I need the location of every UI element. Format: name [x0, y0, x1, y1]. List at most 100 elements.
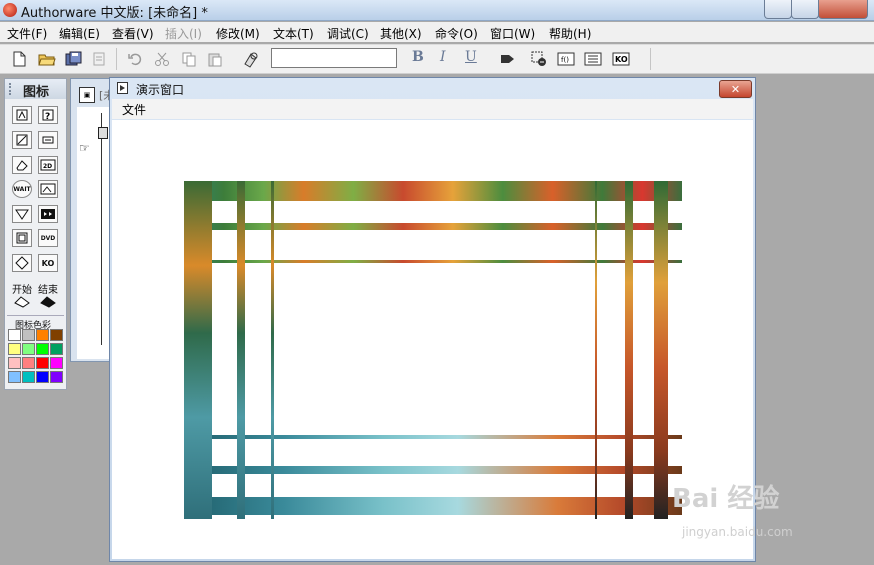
frame-strip	[184, 181, 682, 201]
presentation-canvas[interactable]	[112, 120, 753, 559]
frame-strip	[654, 181, 668, 519]
design-window-icon: ▣	[79, 87, 95, 103]
menu-view[interactable]: 查看(V)	[112, 25, 154, 42]
erase-icon[interactable]	[12, 156, 32, 174]
frame-gap	[212, 201, 237, 223]
close-button[interactable]	[818, 0, 868, 19]
color-swatch[interactable]	[50, 329, 63, 341]
photo-frame[interactable]	[184, 181, 684, 519]
bold-button[interactable]: B	[412, 49, 424, 65]
underline-button[interactable]: U	[465, 49, 477, 65]
control-panel-icon[interactable]	[530, 50, 548, 68]
start-flag-icon[interactable]	[13, 295, 31, 312]
decision-icon[interactable]: ?	[38, 106, 58, 124]
dvd-icon[interactable]: DVD	[38, 229, 58, 247]
color-swatch[interactable]	[50, 343, 63, 355]
color-swatch[interactable]	[8, 343, 21, 355]
interaction-icon[interactable]: 2D	[38, 156, 58, 174]
frame-strip	[184, 181, 212, 519]
color-swatch[interactable]	[36, 357, 49, 369]
variables-icon[interactable]	[584, 50, 602, 68]
save-all-icon[interactable]	[65, 50, 83, 68]
menu-window[interactable]: 窗口(W)	[490, 25, 535, 42]
motion-icon[interactable]	[38, 180, 58, 198]
paste-icon[interactable]	[206, 50, 224, 68]
color-swatch[interactable]	[50, 371, 63, 383]
presentation-window[interactable]: 演示窗口 ✕ 文件	[109, 77, 756, 562]
menu-other[interactable]: 其他(X)	[380, 25, 422, 42]
menu-help[interactable]: 帮助(H)	[549, 25, 591, 42]
color-swatch[interactable]	[22, 357, 35, 369]
toolbar-separator	[116, 48, 117, 70]
baidu-watermark: Bai 经验 jingyan.baidu.com	[672, 478, 793, 539]
toolbar: ▼ B I U f() KO	[0, 44, 874, 111]
frame-gap	[597, 201, 625, 223]
find-icon[interactable]	[242, 50, 260, 68]
navigate-icon[interactable]	[12, 205, 32, 223]
svg-text:2D: 2D	[43, 163, 52, 170]
color-swatch[interactable]	[36, 371, 49, 383]
paste-hand-icon: ☞	[79, 141, 90, 155]
watermark-brand: Bai 经验	[672, 484, 780, 514]
frame-center	[274, 263, 595, 435]
color-swatch[interactable]	[22, 371, 35, 383]
color-swatch[interactable]	[22, 343, 35, 355]
svg-text:?: ?	[45, 112, 50, 122]
new-file-icon[interactable]	[10, 50, 28, 68]
menu-debug[interactable]: 调试(C)	[327, 25, 369, 42]
run-icon[interactable]	[498, 50, 516, 68]
design-window[interactable]: ▣ [未 ☞	[70, 78, 114, 362]
knowledge-object-icon[interactable]: KO	[38, 254, 58, 272]
copy-icon[interactable]	[180, 50, 198, 68]
toolbar-separator	[650, 48, 651, 70]
wait-icon[interactable]: WAIT	[12, 180, 32, 198]
grip-icon[interactable]	[9, 83, 15, 95]
color-swatch[interactable]	[8, 371, 21, 383]
display-icon[interactable]	[12, 106, 32, 124]
palette-title: 图标	[23, 85, 50, 100]
frame-gap	[274, 201, 595, 223]
palette-header[interactable]: 图标	[5, 79, 66, 100]
knowledge-objects-icon[interactable]: KO	[612, 50, 630, 68]
color-swatch[interactable]	[8, 329, 21, 341]
menu-bar: 文件(F) 编辑(E) 查看(V) 插入(I) 修改(M) 文本(T) 调试(C…	[0, 22, 874, 42]
undo-icon[interactable]	[126, 50, 144, 68]
italic-button[interactable]: I	[440, 49, 446, 65]
frame-strip	[184, 497, 682, 515]
end-flag-icon[interactable]	[39, 295, 57, 312]
import-icon[interactable]	[90, 50, 108, 68]
presentation-menu-file[interactable]: 文件	[122, 101, 146, 118]
color-swatch[interactable]	[22, 329, 35, 341]
flowline-area[interactable]: ☞	[77, 107, 113, 359]
frame-strip	[184, 435, 682, 439]
maximize-button[interactable]	[791, 0, 819, 19]
menu-file[interactable]: 文件(F)	[7, 25, 47, 42]
branch-icon[interactable]	[12, 254, 32, 272]
menu-modify[interactable]: 修改(M)	[216, 25, 260, 42]
color-swatch[interactable]	[50, 357, 63, 369]
color-swatch[interactable]	[36, 343, 49, 355]
font-select[interactable]	[271, 48, 397, 68]
display-icon[interactable]	[98, 127, 108, 139]
sound-icon[interactable]	[38, 205, 58, 223]
cut-icon[interactable]	[153, 50, 171, 68]
authorware-app-icon[interactable]	[3, 3, 17, 17]
title-bar: Authorware 中文版: [未命名] *	[0, 0, 874, 21]
presentation-menu-bar: 文件	[112, 99, 753, 119]
svg-text:f(): f()	[561, 56, 569, 64]
color-swatch[interactable]	[8, 357, 21, 369]
framework-icon[interactable]	[12, 229, 32, 247]
window-title: Authorware 中文版: [未命名] *	[21, 6, 208, 21]
functions-icon[interactable]: f()	[557, 50, 575, 68]
menu-insert[interactable]: 插入(I)	[165, 25, 202, 42]
menu-text[interactable]: 文本(T)	[273, 25, 314, 42]
menu-command[interactable]: 命令(O)	[435, 25, 478, 42]
minimize-button[interactable]	[764, 0, 792, 19]
calculation-icon[interactable]	[12, 131, 32, 149]
presentation-window-icon	[117, 82, 128, 94]
color-swatch[interactable]	[36, 329, 49, 341]
menu-edit[interactable]: 编辑(E)	[59, 25, 100, 42]
presentation-close-button[interactable]: ✕	[719, 80, 752, 98]
open-file-icon[interactable]	[38, 50, 56, 68]
map-icon[interactable]	[38, 131, 58, 149]
